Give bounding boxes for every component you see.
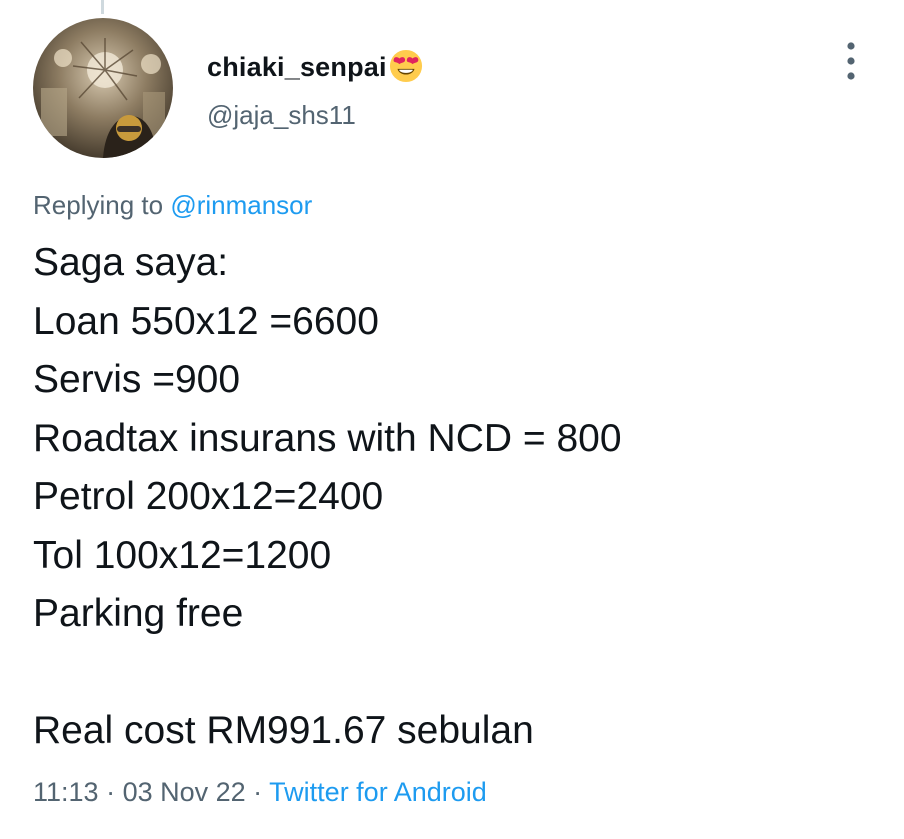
- replying-to-line: Replying to @rinmansor: [33, 190, 312, 221]
- author-handle[interactable]: @jaja_shs11: [207, 100, 356, 131]
- author-display-name[interactable]: chiaki_senpai: [207, 52, 387, 83]
- thread-connector-line: [101, 0, 104, 14]
- tweet-text-line: Real cost RM991.67 sebulan: [33, 709, 534, 752]
- avatar[interactable]: [33, 18, 173, 158]
- heart-eyes-emoji-icon: [389, 49, 422, 83]
- avatar-image: [33, 18, 173, 158]
- tweet-meta: 11:13 · 03 Nov 22 · Twitter for Android: [33, 777, 487, 808]
- tweet-text-line: Saga saya:: [33, 241, 229, 284]
- tweet-text-line: Roadtax insurans with NCD = 800: [33, 416, 622, 460]
- replying-to-mention-link[interactable]: @rinmansor: [170, 190, 312, 220]
- meta-separator: ·: [245, 777, 270, 807]
- tweet-text-line: Parking free: [33, 592, 244, 635]
- tweet-text-line: Servis =900: [33, 358, 241, 401]
- tweet-text: Saga saya: Loan 550x12 =6600 Servis =900…: [33, 234, 622, 761]
- tweet-time[interactable]: 11:13: [33, 777, 99, 807]
- tweet-date[interactable]: 03 Nov 22: [123, 777, 246, 807]
- tweet-text-line: Petrol 200x12=2400: [33, 475, 384, 518]
- tweet-text-line: Loan 550x12 =6600: [33, 299, 379, 343]
- tweet-detail: chiaki_senpai @jaja_shs11 Replying to @r…: [0, 0, 904, 839]
- tweet-source-link[interactable]: Twitter for Android: [269, 777, 487, 807]
- replying-to-prefix: Replying to: [33, 190, 171, 220]
- meta-separator: ·: [98, 777, 123, 807]
- author-name-row[interactable]: chiaki_senpai: [207, 46, 423, 88]
- tweet-text-blank-line: [33, 644, 622, 703]
- tweet-text-line: Tol 100x12=1200: [33, 533, 332, 577]
- more-options-icon[interactable]: [838, 40, 864, 82]
